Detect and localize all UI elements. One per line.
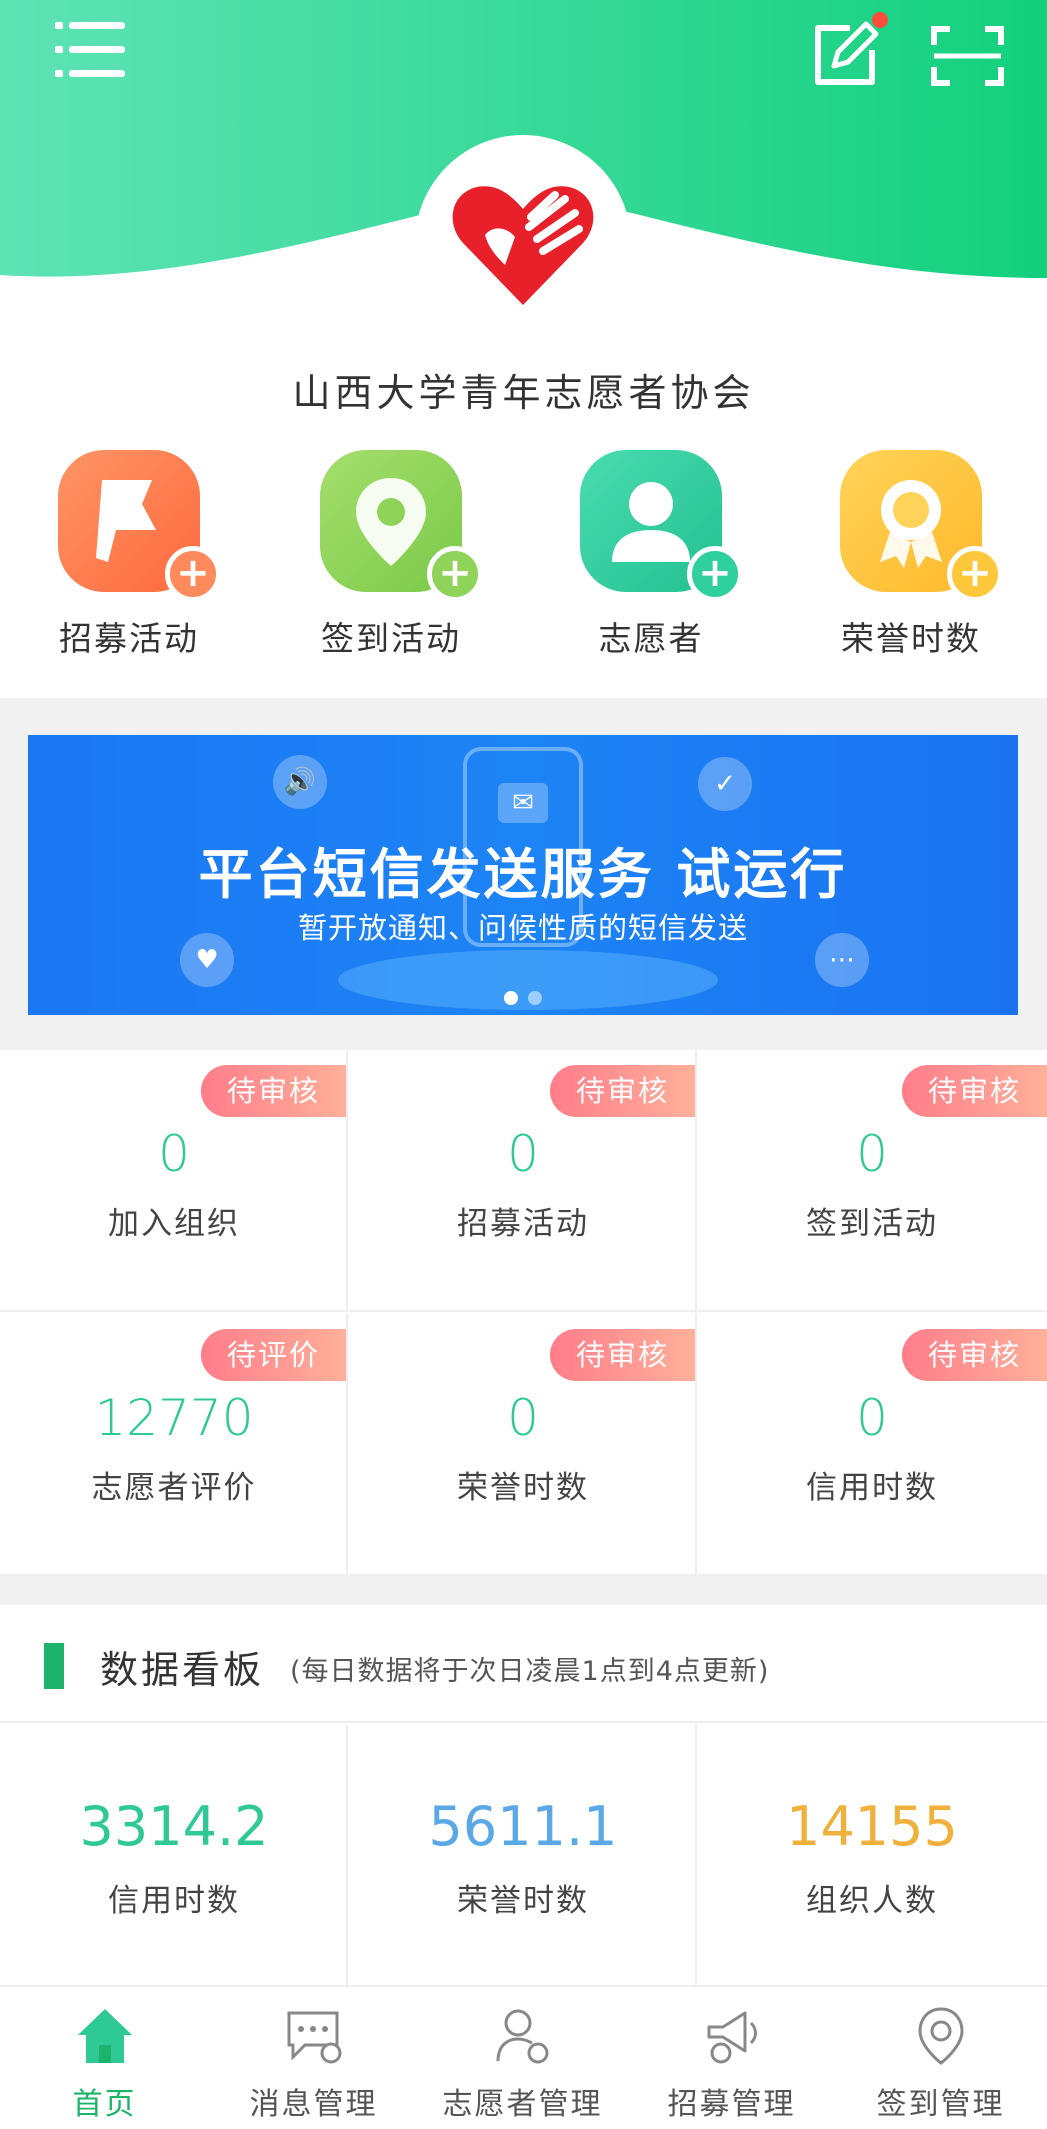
stat-card-volunteer-review[interactable]: 待评价 12770 志愿者评价 (0, 1314, 348, 1576)
data-board: 3314.2 信用时数 5611.1 荣誉时数 14155 组织人数 (0, 1725, 1047, 1985)
stat-value: 0 (856, 1389, 888, 1447)
nav-label: 招募管理 (667, 2087, 796, 2122)
carousel-indicator (28, 990, 1018, 1009)
board-value: 5611.1 (428, 1795, 618, 1858)
nav-label: 志愿者管理 (442, 2087, 603, 2122)
action-label: 荣誉时数 (841, 619, 981, 658)
add-icon: + (427, 546, 483, 602)
shield-icon: ✓ (698, 757, 752, 811)
stat-label: 签到活动 (806, 1206, 938, 1242)
add-icon: + (165, 546, 221, 602)
org-logo (415, 135, 631, 351)
speaker-icon: 🔊 (273, 755, 327, 809)
promo-banner[interactable]: 🔊 ✓ ✉ ♥ ⋯ 平台短信发送服务 试运行 暂开放通知、问候性质的短信发送 (28, 735, 1018, 1015)
stat-label: 荣誉时数 (457, 1470, 589, 1506)
board-label: 信用时数 (108, 1883, 240, 1919)
status-badge: 待评价 (201, 1329, 346, 1381)
nav-item-messages[interactable]: 消息管理 (209, 1987, 418, 2129)
stat-card-checkin[interactable]: 待审核 0 签到活动 (698, 1050, 1047, 1312)
stat-label: 招募活动 (457, 1206, 589, 1242)
status-badge: 待审核 (902, 1329, 1047, 1381)
heart-hand-logo-icon (452, 186, 594, 305)
bottom-nav: 首页 消息管理 志愿者管理 招募管理 签到管理 (0, 1985, 1047, 2129)
stat-label: 加入组织 (108, 1206, 240, 1242)
action-label: 志愿者 (598, 619, 704, 658)
message-settings-icon (287, 2011, 342, 2064)
data-board-title: 数据看板 (100, 1648, 265, 1692)
banner-title: 平台短信发送服务 试运行 (198, 843, 848, 906)
menu-icon[interactable] (55, 22, 125, 84)
section-accent-bar (44, 1643, 64, 1689)
quick-actions: + 招募活动 + 签到活动 + 志愿者 + 荣誉时数 (0, 450, 1047, 670)
nav-item-recruitment[interactable]: 招募管理 (627, 1987, 836, 2129)
status-badge: 待审核 (201, 1065, 346, 1117)
scan-icon[interactable] (930, 25, 1005, 87)
header: 山西大学青年志愿者协会 (0, 0, 1047, 440)
carousel-dot-active[interactable] (504, 991, 518, 1005)
stat-value: 0 (507, 1125, 539, 1183)
notification-dot (872, 12, 888, 28)
section-divider (0, 1576, 1047, 1605)
nav-label: 签到管理 (876, 2087, 1005, 2122)
envelope-icon: ✉ (498, 783, 548, 823)
stat-card-recruit[interactable]: 待审核 0 招募活动 (349, 1050, 697, 1312)
data-board-header: 数据看板 (每日数据将于次日凌晨1点到4点更新) (0, 1605, 1047, 1723)
board-item-member-count: 14155 组织人数 (698, 1725, 1046, 1985)
action-label: 签到活动 (321, 619, 461, 658)
edit-icon[interactable] (810, 20, 882, 90)
board-item-credit-hours: 3314.2 信用时数 (0, 1725, 348, 1985)
stat-value: 0 (856, 1125, 888, 1183)
checkin-settings-icon (918, 2007, 964, 2065)
megaphone-settings-icon (707, 2011, 757, 2064)
action-label: 招募活动 (59, 619, 199, 658)
data-board-note: (每日数据将于次日凌晨1点到4点更新) (290, 1656, 770, 1687)
add-icon: + (947, 546, 1003, 602)
carousel-dot[interactable] (528, 991, 542, 1005)
action-recruit[interactable]: + 招募活动 (18, 450, 221, 660)
nav-label: 消息管理 (249, 2087, 378, 2122)
volunteer-settings-icon (496, 2009, 549, 2064)
action-honor-hours[interactable]: + 荣誉时数 (800, 450, 1003, 660)
stat-label: 信用时数 (806, 1470, 938, 1506)
board-label: 组织人数 (806, 1883, 938, 1919)
nav-item-volunteers[interactable]: 志愿者管理 (418, 1987, 627, 2129)
add-icon: + (687, 546, 743, 602)
nav-item-home[interactable]: 首页 (0, 1987, 209, 2129)
stat-value: 12770 (94, 1389, 254, 1447)
status-badge: 待审核 (550, 1065, 695, 1117)
banner-subtitle: 暂开放通知、问候性质的短信发送 (297, 911, 748, 945)
stat-card-credit-hours[interactable]: 待审核 0 信用时数 (698, 1314, 1047, 1576)
stat-value: 0 (507, 1389, 539, 1447)
action-checkin[interactable]: + 签到活动 (280, 450, 483, 660)
stat-card-honor-hours[interactable]: 待审核 0 荣誉时数 (349, 1314, 697, 1576)
board-value: 3314.2 (79, 1795, 269, 1858)
home-icon (78, 2009, 132, 2063)
action-volunteer[interactable]: + 志愿者 (540, 450, 743, 660)
nav-item-checkin[interactable]: 签到管理 (836, 1987, 1045, 2129)
org-name: 山西大学青年志愿者协会 (292, 371, 755, 415)
stat-card-join-org[interactable]: 待审核 0 加入组织 (0, 1050, 348, 1312)
status-badge: 待审核 (902, 1065, 1047, 1117)
board-item-honor-hours: 5611.1 荣誉时数 (349, 1725, 697, 1985)
board-value: 14155 (786, 1795, 958, 1858)
status-badge: 待审核 (550, 1329, 695, 1381)
stat-value: 0 (158, 1125, 190, 1183)
board-label: 荣誉时数 (457, 1883, 589, 1919)
nav-label: 首页 (72, 2087, 137, 2122)
stat-label: 志愿者评价 (91, 1470, 257, 1506)
